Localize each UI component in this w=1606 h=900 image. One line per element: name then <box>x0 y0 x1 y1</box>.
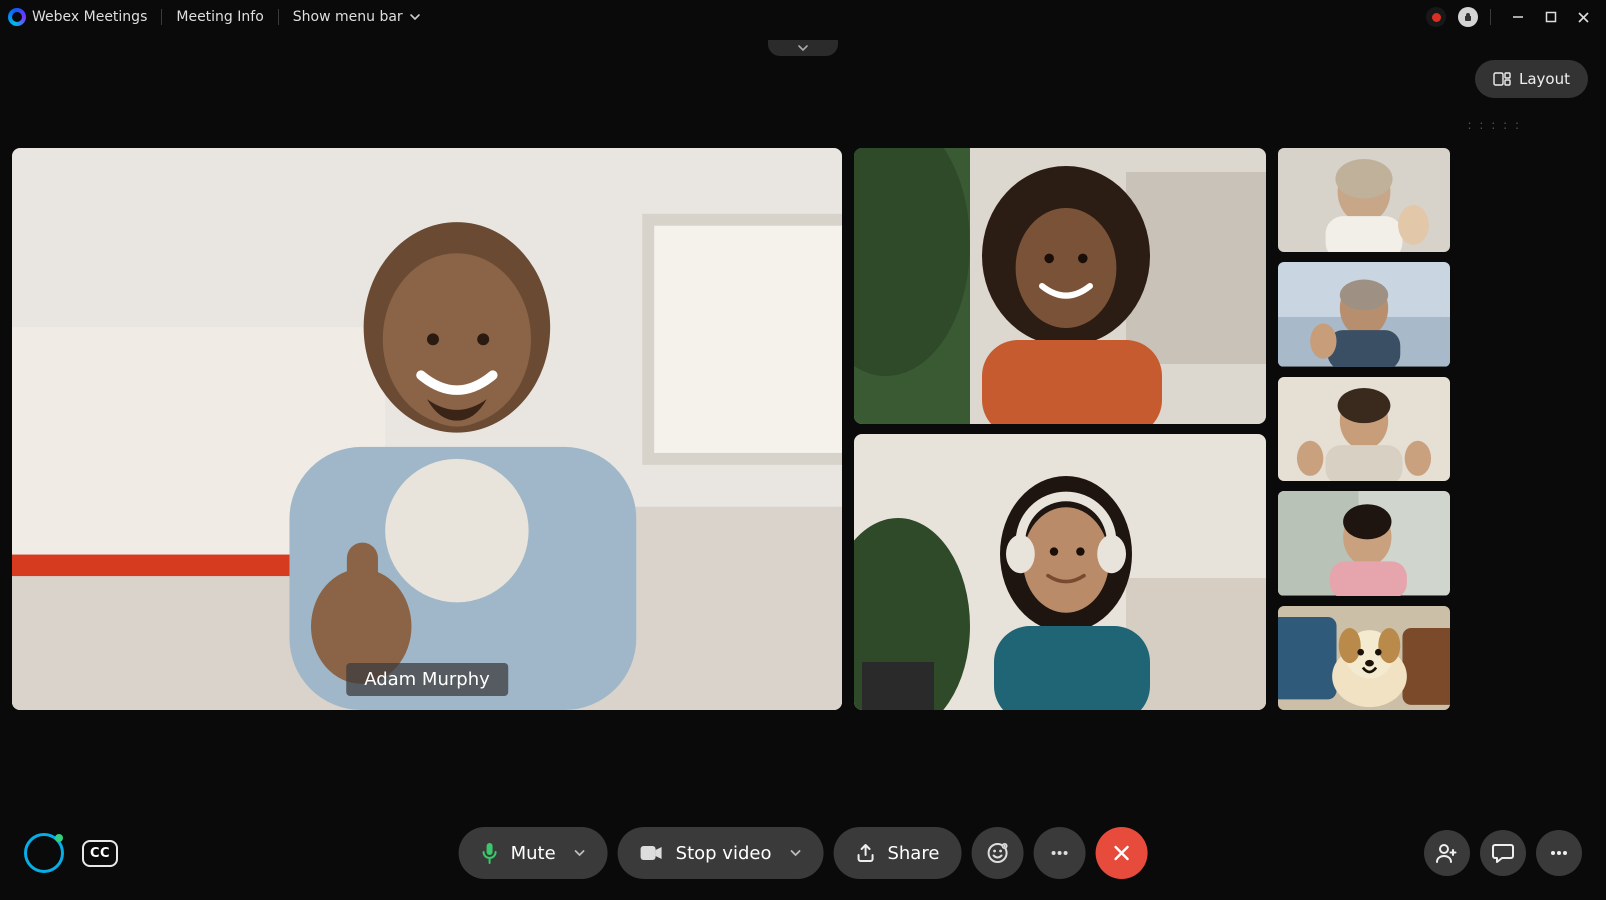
layout-button[interactable]: Layout <box>1475 60 1588 98</box>
video-stage: Adam Murphy <box>12 148 1594 710</box>
smile-icon <box>985 841 1009 865</box>
chevron-down-icon[interactable] <box>568 847 586 859</box>
divider-icon <box>278 9 279 25</box>
chevron-down-icon <box>796 43 810 53</box>
participant-name-label: Adam Murphy <box>364 669 490 690</box>
share-icon <box>855 843 875 863</box>
window-maximize-button[interactable] <box>1545 11 1557 23</box>
share-button-label: Share <box>887 843 939 864</box>
leave-meeting-button[interactable] <box>1095 827 1147 879</box>
participant-video <box>854 148 1266 424</box>
video-tile-main[interactable]: Adam Murphy <box>12 148 842 710</box>
mute-button[interactable]: Mute <box>459 827 608 879</box>
lock-indicator-icon[interactable] <box>1458 7 1478 27</box>
bottom-toolbar: CC Mute Stop video Share <box>0 830 1606 876</box>
chat-panel-button[interactable] <box>1480 830 1526 876</box>
top-drawer-handle[interactable] <box>768 40 838 56</box>
meeting-info-button[interactable]: Meeting Info <box>176 9 263 25</box>
titlebar: Webex Meetings Meeting Info Show menu ba… <box>0 0 1606 34</box>
show-menu-bar-label: Show menu bar <box>293 9 403 25</box>
stop-video-button-label: Stop video <box>676 843 772 864</box>
participants-icon <box>1435 842 1459 864</box>
layout-icon <box>1493 72 1511 86</box>
window-close-button[interactable] <box>1577 11 1590 24</box>
participant-video <box>1278 606 1450 710</box>
chat-icon <box>1491 842 1515 864</box>
app-title: Webex Meetings <box>8 8 147 26</box>
video-column-thumbnails <box>1278 148 1450 710</box>
participant-video <box>854 434 1266 710</box>
app-name-label: Webex Meetings <box>32 9 147 25</box>
video-tile[interactable] <box>854 434 1266 710</box>
participant-video <box>1278 491 1450 595</box>
camera-icon <box>640 844 664 862</box>
video-column-secondary <box>854 148 1266 710</box>
record-indicator-icon[interactable] <box>1426 7 1446 27</box>
show-menu-bar-button[interactable]: Show menu bar <box>293 9 421 25</box>
divider-icon <box>161 9 162 25</box>
window-minimize-button[interactable] <box>1511 10 1525 24</box>
more-options-button[interactable] <box>1033 827 1085 879</box>
webex-logo-icon <box>8 8 26 26</box>
participants-panel-button[interactable] <box>1424 830 1470 876</box>
video-tile[interactable] <box>1278 377 1450 481</box>
video-tile[interactable] <box>854 148 1266 424</box>
video-tile[interactable] <box>1278 491 1450 595</box>
divider-icon <box>1490 9 1491 25</box>
video-tile[interactable] <box>1278 262 1450 366</box>
participant-video <box>12 148 842 710</box>
chevron-down-icon[interactable] <box>783 847 801 859</box>
layout-button-label: Layout <box>1519 70 1570 88</box>
video-tile[interactable] <box>1278 606 1450 710</box>
sidebar-drag-handle[interactable]: : : : : : <box>1468 118 1521 132</box>
more-horizontal-icon <box>1047 841 1071 865</box>
share-button[interactable]: Share <box>833 827 961 879</box>
microphone-icon <box>481 842 499 864</box>
panel-options-button[interactable] <box>1536 830 1582 876</box>
reactions-button[interactable] <box>971 827 1023 879</box>
participant-name-badge: Adam Murphy <box>346 663 508 696</box>
video-tile[interactable] <box>1278 148 1450 252</box>
stop-video-button[interactable]: Stop video <box>618 827 824 879</box>
participant-video <box>1278 377 1450 481</box>
participant-video <box>1278 262 1450 366</box>
assistant-button[interactable] <box>24 833 64 873</box>
closed-captions-icon: CC <box>90 846 110 861</box>
chevron-down-icon <box>409 11 421 23</box>
more-horizontal-icon <box>1547 841 1571 865</box>
captions-button[interactable]: CC <box>82 840 118 867</box>
close-icon <box>1111 843 1131 863</box>
participant-video <box>1278 148 1450 252</box>
mute-button-label: Mute <box>511 843 556 864</box>
